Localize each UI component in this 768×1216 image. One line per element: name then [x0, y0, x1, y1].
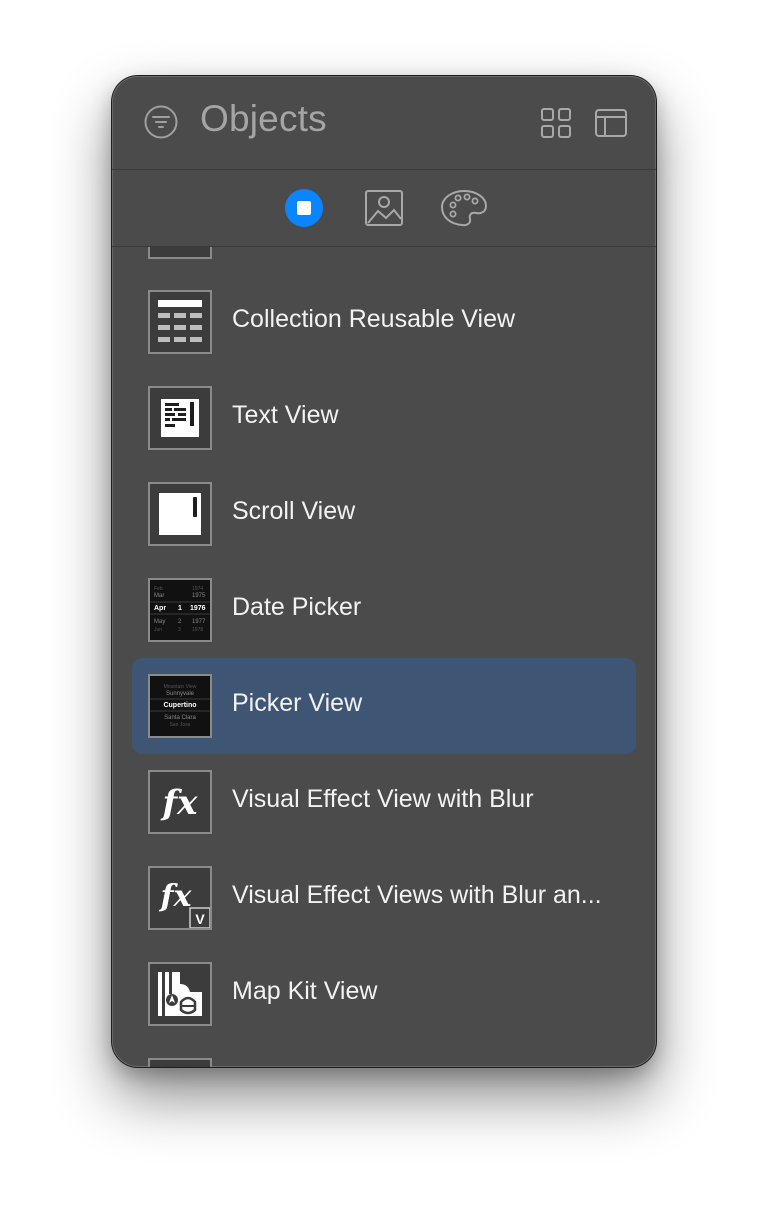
svg-text:1975: 1975 [192, 593, 206, 599]
partial-list-item-icon [148, 1058, 212, 1067]
svg-text:Jun: Jun [154, 627, 162, 633]
colors-tab[interactable] [440, 188, 488, 233]
svg-text:2: 2 [178, 619, 182, 625]
partial-list-item-icon [148, 247, 212, 259]
svg-text:1977: 1977 [192, 619, 206, 625]
stop-circle-icon [285, 189, 323, 227]
list-item-label: Picker View [232, 689, 363, 717]
list-item-label: Collection Reusable View [232, 305, 516, 333]
svg-text:San Jose: San Jose [170, 722, 191, 728]
svg-text:1976: 1976 [190, 605, 206, 612]
svg-text:Mountain View: Mountain View [164, 684, 197, 690]
list-item-map-kit-view[interactable]: Map Kit View [132, 946, 636, 1042]
visual-effect-vibrancy-icon: fx V [148, 866, 212, 930]
svg-text:Cupertino: Cupertino [163, 702, 196, 709]
map-kit-view-icon [148, 962, 212, 1026]
list-item-label: Visual Effect View with Blur [232, 785, 534, 813]
media-tab[interactable] [364, 188, 404, 233]
list-item-label: Text View [232, 401, 339, 429]
list-item-label: Date Picker [232, 593, 362, 621]
layout-icon[interactable] [594, 107, 628, 139]
svg-text:fx: fx [161, 783, 199, 823]
object-library-window: Objects Collection Reusable View Text Vi… [112, 76, 656, 1067]
svg-text:fx: fx [159, 879, 193, 914]
list-item-label: Scroll View [232, 497, 356, 525]
svg-text:3: 3 [178, 627, 181, 633]
filter-icon[interactable] [144, 105, 178, 139]
grid-icon[interactable] [540, 107, 572, 139]
list-item-picker-view[interactable]: Mountain View Sunnyvale Cupertino Santa … [132, 658, 636, 754]
list-item-visual-effect-vibrancy[interactable]: fx V Visual Effect Views with Blur an... [132, 850, 636, 946]
list-item-label: Visual Effect Views with Blur an... [232, 881, 602, 909]
list-item-text-view[interactable]: Text View [132, 370, 636, 466]
svg-text:V: V [195, 911, 205, 927]
collection-reusable-view-icon [148, 290, 212, 354]
image-icon [365, 190, 403, 226]
svg-text:1: 1 [178, 605, 182, 612]
svg-text:May: May [154, 619, 165, 625]
list-item-collection-reusable-view[interactable]: Collection Reusable View [132, 274, 636, 370]
text-view-icon [148, 386, 212, 450]
svg-text:1978: 1978 [192, 627, 203, 633]
objects-tab[interactable] [284, 188, 324, 233]
object-list[interactable]: Collection Reusable View Text View Scrol… [112, 247, 656, 1067]
svg-text:Feb: Feb [154, 586, 163, 592]
list-item-label: Map Kit View [232, 977, 378, 1005]
svg-text:Apr: Apr [154, 605, 166, 612]
picker-view-icon: Mountain View Sunnyvale Cupertino Santa … [148, 674, 212, 738]
palette-icon [440, 189, 488, 227]
list-item-date-picker[interactable]: Feb 1974 Mar 1975 Apr 1 1976 May 2 1977 … [132, 562, 636, 658]
svg-text:1974: 1974 [192, 586, 203, 592]
svg-text:Sunnyvale: Sunnyvale [166, 691, 195, 697]
date-picker-icon: Feb 1974 Mar 1975 Apr 1 1976 May 2 1977 … [148, 578, 212, 642]
svg-text:Mar: Mar [154, 593, 164, 599]
library-header: Objects [112, 76, 656, 170]
visual-effect-icon: fx [148, 770, 212, 834]
svg-text:Santa Clara: Santa Clara [164, 715, 196, 721]
scroll-view-icon [148, 482, 212, 546]
list-item-scroll-view[interactable]: Scroll View [132, 466, 636, 562]
list-item-visual-effect-view[interactable]: fx Visual Effect View with Blur [132, 754, 636, 850]
library-title: Objects [200, 98, 327, 139]
